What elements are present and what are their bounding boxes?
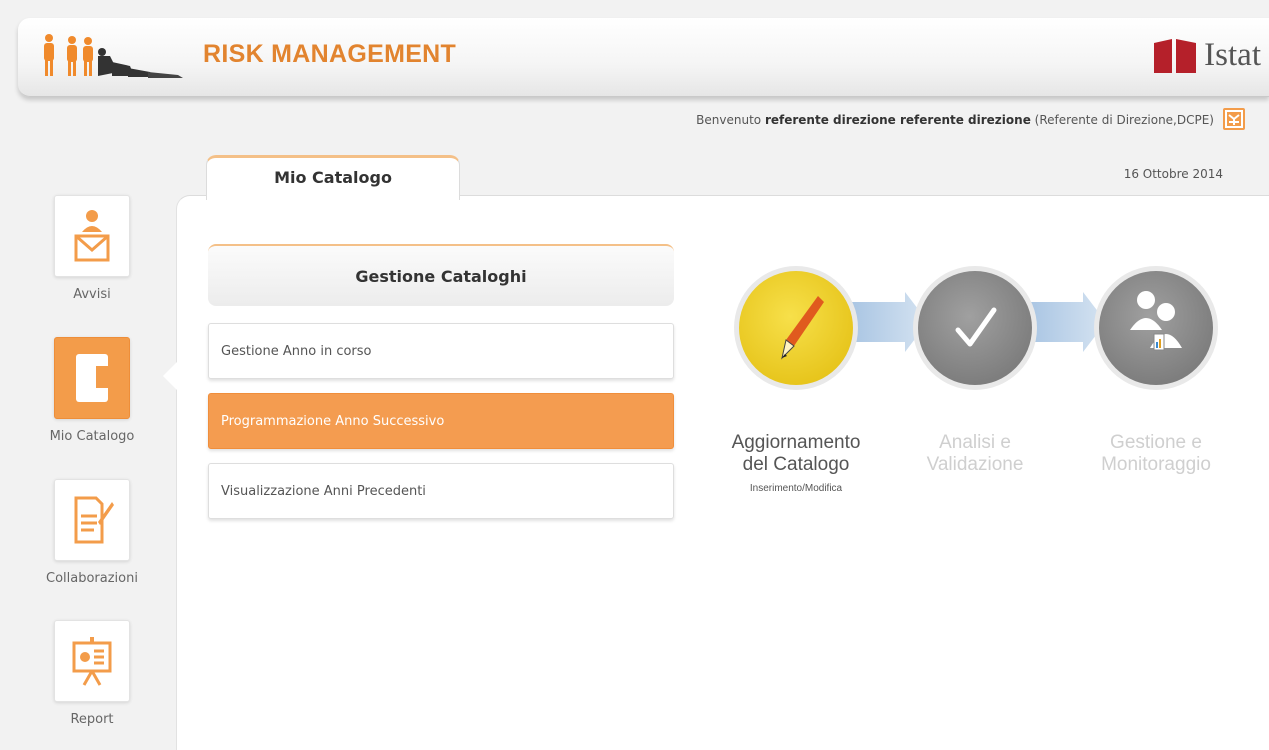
workflow-step-analisi[interactable] xyxy=(913,266,1037,390)
step-1-line1: Aggiornamento xyxy=(731,432,861,453)
welcome-prefix: Benvenuto xyxy=(696,113,762,127)
sidebar-label-mio-catalogo: Mio Catalogo xyxy=(49,429,135,444)
mio-catalogo-tile[interactable] xyxy=(54,337,130,419)
gestione-cataloghi-header: Gestione Cataloghi xyxy=(208,244,674,306)
workflow-diagram: Aggiornamento del Catalogo Inserimento/M… xyxy=(700,240,1260,540)
menu-item-gestione-anno-in-corso[interactable]: Gestione Anno in corso xyxy=(208,323,674,379)
istat-wordmark: Istat xyxy=(1204,36,1261,73)
app-header: RISK MANAGEMENT Istat xyxy=(18,18,1269,97)
menu-item-visualizzazione-anni-precedenti[interactable]: Visualizzazione Anni Precedenti xyxy=(208,463,674,519)
step-3-line2: Monitoraggio xyxy=(1101,454,1211,475)
collaborazioni-tile[interactable] xyxy=(54,479,130,561)
step-label-aggiornamento: Aggiornamento del Catalogo Inserimento/M… xyxy=(706,432,886,500)
step-1-line2: del Catalogo xyxy=(742,454,850,475)
sidebar-label-collaborazioni: Collaborazioni xyxy=(46,571,138,586)
mail-user-icon xyxy=(74,210,110,262)
user-profile-icon[interactable] xyxy=(1223,108,1245,130)
step-1-sub: Inserimento/Modifica xyxy=(749,483,843,494)
risk-management-logo-icon xyxy=(44,34,183,78)
current-date: 16 Ottobre 2014 xyxy=(1123,167,1223,181)
workflow-step-aggiornamento[interactable] xyxy=(734,266,858,390)
report-tile[interactable] xyxy=(54,620,130,702)
sidebar-label-report: Report xyxy=(70,712,114,727)
active-pointer xyxy=(163,362,177,390)
welcome-user: referente direzione referente direzione xyxy=(764,113,1031,127)
istat-logo: Istat xyxy=(1152,35,1261,75)
avvisi-tile[interactable] xyxy=(54,195,130,277)
step-label-gestione: Gestione e Monitoraggio xyxy=(1066,432,1246,476)
workflow-graphic xyxy=(734,266,1218,390)
sidebar-item-mio-catalogo[interactable]: Mio Catalogo xyxy=(28,337,156,444)
tab-mio-catalogo[interactable]: Mio Catalogo xyxy=(206,155,460,200)
istat-mark-icon xyxy=(1154,39,1197,73)
app-title: RISK MANAGEMENT xyxy=(203,40,457,68)
step-label-analisi: Analisi e Validazione xyxy=(885,432,1065,476)
sidebar-item-avvisi[interactable]: Avvisi xyxy=(28,195,156,302)
welcome-message: Benvenuto referente direzione referente … xyxy=(696,113,1214,127)
catalog-icon xyxy=(76,354,108,402)
presentation-icon xyxy=(72,637,112,686)
welcome-role: (Referente di Direzione,DCPE) xyxy=(1034,113,1214,127)
edit-document-icon xyxy=(74,496,114,544)
sidebar-item-report[interactable]: Report xyxy=(28,620,156,727)
menu-item-programmazione-anno-successivo[interactable]: Programmazione Anno Successivo xyxy=(208,393,674,449)
workflow-step-gestione[interactable] xyxy=(1094,266,1218,390)
step-3-line1: Gestione e xyxy=(1110,432,1202,453)
step-2-line2: Validazione xyxy=(926,454,1024,475)
sidebar-label-avvisi: Avvisi xyxy=(73,287,111,302)
sidebar-item-collaborazioni[interactable]: Collaborazioni xyxy=(28,479,156,586)
step-2-line1: Analisi e xyxy=(939,432,1011,453)
